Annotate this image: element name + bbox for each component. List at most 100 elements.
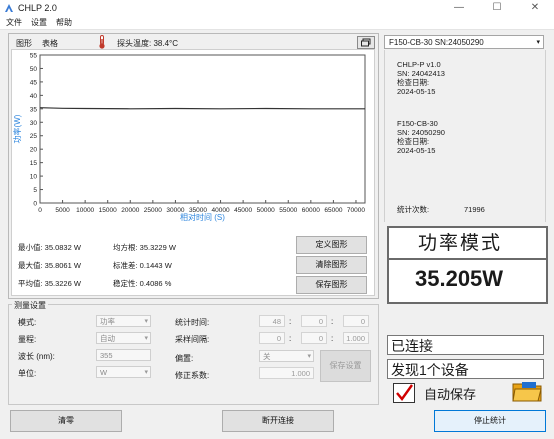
colon-separator: : — [289, 334, 292, 343]
x-tick-label: 60000 — [302, 207, 320, 214]
mode-select[interactable]: 功率 ▾ — [96, 315, 151, 327]
menu-help[interactable]: 帮助 — [56, 17, 72, 28]
tab-table[interactable]: 表格 — [40, 38, 60, 49]
mode-value: 功率 — [100, 317, 115, 326]
unit-select[interactable]: W ▾ — [96, 366, 151, 378]
sample-interval-label: 采样间隔: — [175, 335, 210, 344]
y-tick-label: 15 — [30, 160, 38, 167]
sensor-check-date: 2024-05-15 — [397, 146, 436, 155]
checkmark-icon — [396, 384, 413, 401]
unit-label: 单位: — [18, 369, 37, 378]
probe-check-date: 2024-05-15 — [397, 87, 436, 96]
measurement-settings-title: 测量设置 — [12, 300, 48, 311]
probe-check-label: 检查日期: — [397, 78, 430, 87]
chevron-down-icon: ▾ — [144, 318, 148, 325]
device-found-status: 发现1个设备 — [387, 359, 544, 379]
y-tick-label: 0 — [33, 201, 37, 208]
sample-seconds[interactable]: 1.000 — [343, 332, 369, 344]
x-tick-label: 5000 — [55, 207, 70, 214]
range-label: 量程: — [18, 335, 37, 344]
y-tick-label: 20 — [30, 147, 38, 154]
stat-max: 最大值: 35.8061 W — [18, 261, 81, 270]
probe-info: CHLP-P v1.0 SN: 24042413 检查日期: 2024-05-1… — [397, 60, 445, 96]
restore-window-button[interactable] — [357, 36, 375, 49]
restore-icon — [361, 38, 371, 47]
probe-model: CHLP-P v1.0 — [397, 60, 441, 69]
disconnect-button[interactable]: 断开连接 — [222, 410, 334, 432]
minimize-button[interactable]: — — [440, 0, 478, 16]
sample-minutes[interactable]: 0 — [301, 332, 327, 344]
autosave-label: 自动保存 — [424, 387, 477, 402]
autosave-checkbox[interactable] — [393, 383, 415, 403]
x-tick-label: 20000 — [121, 207, 139, 214]
x-tick-label: 0 — [38, 207, 42, 214]
y-tick-label: 10 — [30, 174, 38, 181]
stop-statistics-button[interactable]: 停止统计 — [434, 410, 546, 432]
stat-rms: 均方根: 35.3229 W — [113, 243, 176, 252]
x-tick-label: 25000 — [144, 207, 162, 214]
stat-std: 标准差: 0.1443 W — [113, 261, 172, 270]
x-axis-label: 相对时间 (S) — [180, 212, 225, 222]
sample-hours[interactable]: 0 — [259, 332, 285, 344]
probe-serial: SN: 24042413 — [397, 69, 445, 78]
y-tick-label: 5 — [33, 187, 37, 194]
chevron-down-icon: ▾ — [536, 39, 540, 46]
x-tick-label: 55000 — [279, 207, 297, 214]
stat-min: 最小值: 35.0832 W — [18, 243, 81, 252]
save-settings-button[interactable]: 保存设置 — [320, 350, 371, 382]
menu-settings[interactable]: 设置 — [31, 17, 47, 28]
menu-bar — [0, 16, 554, 30]
range-value: 自动 — [100, 334, 115, 343]
wavelength-input[interactable]: 355 — [96, 349, 151, 361]
unit-value: W — [100, 368, 108, 377]
x-tick-label: 50000 — [257, 207, 275, 214]
plot-area — [39, 54, 366, 204]
thermometer-icon — [99, 35, 105, 49]
y-tick-label: 55 — [30, 53, 38, 60]
menu-file[interactable]: 文件 — [6, 17, 22, 28]
chevron-down-icon: ▾ — [144, 335, 148, 342]
maximize-button[interactable]: ☐ — [478, 0, 516, 16]
stat-count-value: 71996 — [464, 205, 485, 214]
chevron-down-icon: ▾ — [144, 369, 148, 376]
chevron-down-icon: ▾ — [307, 353, 311, 360]
y-tick-label: 35 — [30, 106, 38, 113]
x-tick-label: 70000 — [347, 207, 365, 214]
range-select[interactable]: 自动 ▾ — [96, 332, 151, 344]
stat-time-hours[interactable]: 48 — [259, 315, 285, 327]
stat-avg: 平均值: 35.3226 W — [18, 279, 81, 288]
y-tick-label: 50 — [30, 66, 38, 73]
x-tick-label: 15000 — [99, 207, 117, 214]
device-selector-value: F150-CB-30 SN:24050290 — [389, 38, 484, 47]
stat-stability: 稳定性: 0.4086 % — [113, 279, 172, 288]
window-title: CHLP 2.0 — [18, 3, 57, 13]
power-chart-svg: 0 5 10 15 20 25 30 35 40 45 50 55 0 5000 10000 15000 200… — [12, 53, 366, 222]
sensor-serial: SN: 24050290 — [397, 128, 445, 137]
clear-chart-button[interactable]: 清除图形 — [296, 256, 367, 274]
stat-time-minutes[interactable]: 0 — [301, 315, 327, 327]
zero-button[interactable]: 清零 — [10, 410, 122, 432]
y-tick-label: 25 — [30, 133, 38, 140]
colon-separator: : — [289, 317, 292, 326]
colon-separator: : — [331, 334, 334, 343]
connection-status: 已连接 — [387, 335, 544, 355]
sensor-info: F150-CB-30 SN: 24050290 检查日期: 2024-05-15 — [397, 119, 445, 155]
offset-value: 关 — [263, 352, 271, 361]
y-axis-label: 功率(W) — [12, 114, 22, 143]
device-selector[interactable]: F150-CB-30 SN:24050290 ▾ — [384, 35, 544, 49]
x-tick-label: 65000 — [324, 207, 342, 214]
close-button[interactable]: ✕ — [516, 0, 554, 16]
mode-label: 模式: — [18, 318, 37, 327]
correction-label: 修正系数: — [175, 371, 210, 380]
folder-icon[interactable] — [512, 380, 542, 402]
app-logo-icon — [5, 4, 13, 12]
display-divider — [387, 258, 548, 260]
save-chart-button[interactable]: 保存图形 — [296, 276, 367, 294]
x-tick-label: 10000 — [76, 207, 94, 214]
power-value-display: 35.205W — [415, 266, 504, 291]
sensor-model: F150-CB-30 — [397, 119, 438, 128]
stat-time-seconds[interactable]: 0 — [343, 315, 369, 327]
correction-input[interactable]: 1.000 — [259, 367, 314, 379]
define-chart-button[interactable]: 定义图形 — [296, 236, 367, 254]
offset-select[interactable]: 关 ▾ — [259, 350, 314, 362]
